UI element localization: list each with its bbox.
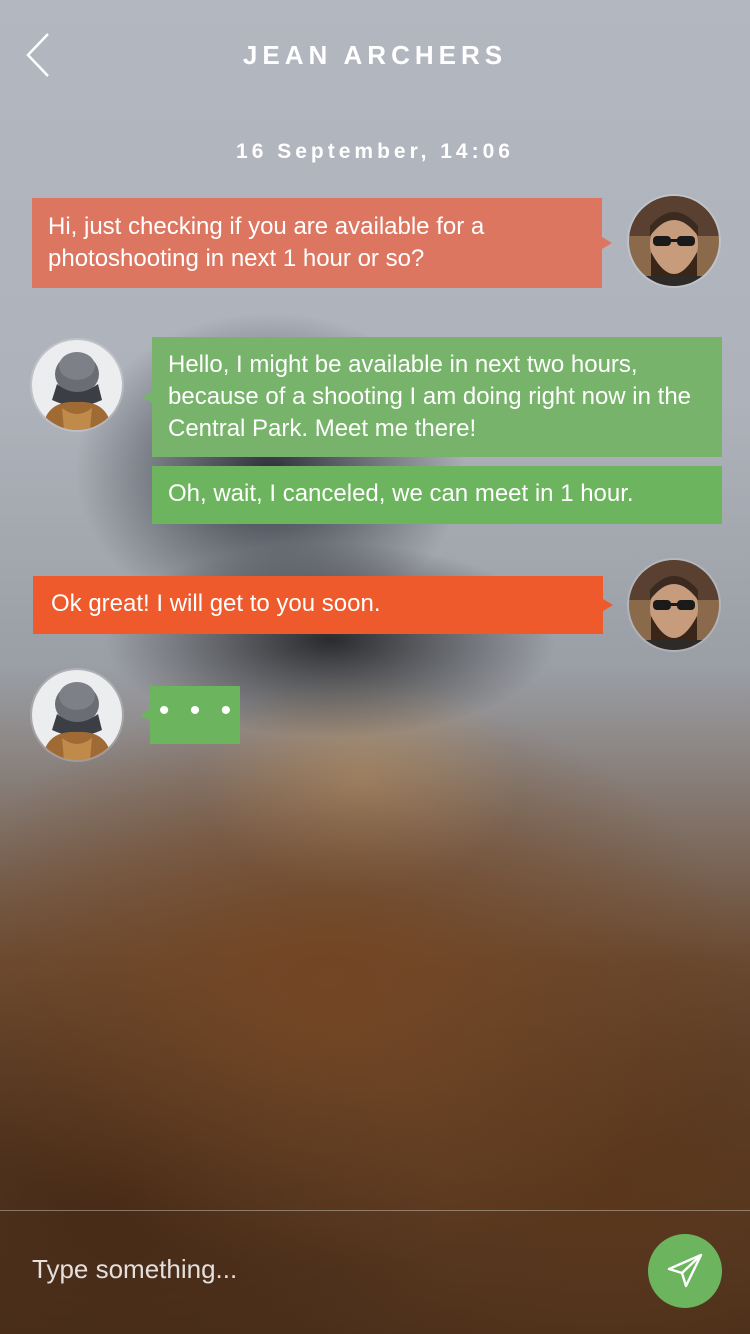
message-input[interactable] (32, 1246, 612, 1292)
composer-divider (0, 1210, 750, 1211)
typing-dots: • • • (158, 694, 238, 727)
my-avatar (629, 196, 719, 286)
paper-plane-icon (667, 1253, 703, 1288)
message-text: Ok great! I will get to you soon. (51, 590, 381, 617)
my-avatar (629, 560, 719, 650)
message-text: Oh, wait, I canceled, we can meet in 1 h… (168, 480, 634, 507)
send-button[interactable] (648, 1234, 722, 1308)
conversation-date: 16 September, 14:06 (236, 140, 514, 163)
contact-avatar (32, 340, 122, 430)
message-text: Hi, just checking if you are available f… (48, 213, 485, 272)
contact-avatar (32, 670, 122, 760)
message-bubble-sent[interactable]: Hi, just checking if you are available f… (32, 198, 612, 288)
message-bubble-received[interactable]: Oh, wait, I canceled, we can meet in 1 h… (152, 466, 722, 524)
contact-name-title: JEAN ARCHERS (242, 40, 508, 70)
message-bubble-sent[interactable]: Ok great! I will get to you soon. (33, 576, 613, 634)
message-bubble-received[interactable]: Hello, I might be available in next two … (142, 337, 722, 457)
message-text: Hello, I might be available in next two … (168, 351, 692, 442)
typing-indicator: • • • (140, 686, 240, 744)
